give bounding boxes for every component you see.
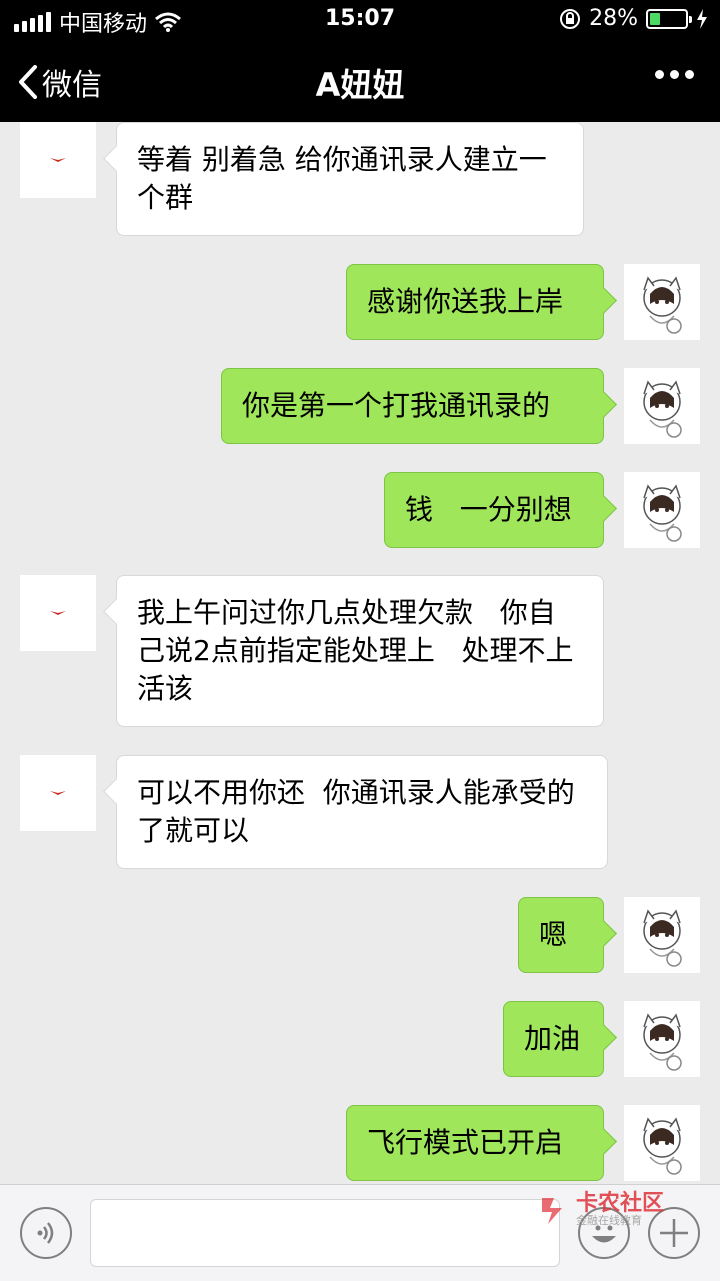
more-button[interactable] <box>649 64 694 83</box>
message-bubble[interactable]: 你是第一个打我通讯录的 <box>221 368 604 444</box>
status-bar: 中国移动 15:07 28% <box>0 0 720 40</box>
message-bubble[interactable]: 可以不用你还 你通讯录人能承受的了就可以 <box>116 755 608 869</box>
voice-icon <box>37 1222 54 1244</box>
watermark-logo: 卡农社区 金融在线教育 <box>538 1192 664 1226</box>
my-avatar[interactable] <box>624 1001 700 1077</box>
nav-bar: 微信 A妞妞 <box>0 40 720 122</box>
my-avatar[interactable] <box>624 897 700 973</box>
message-bubble[interactable]: 钱 一分别想 <box>384 472 604 548</box>
battery-icon <box>646 8 692 29</box>
watermark-sub: 金融在线教育 <box>576 1213 642 1227</box>
watermark-icon <box>542 1198 562 1224</box>
message-bubble[interactable]: 飞行模式已开启 <box>346 1105 604 1181</box>
my-avatar[interactable] <box>624 472 700 548</box>
message-input[interactable] <box>90 1199 560 1267</box>
status-right: 28% <box>559 6 708 31</box>
message-bubble[interactable]: 感谢你送我上岸 <box>346 264 604 340</box>
voice-button[interactable] <box>20 1207 72 1259</box>
charging-icon <box>697 8 707 29</box>
my-avatar[interactable] <box>624 264 700 340</box>
battery-percent: 28% <box>589 6 638 31</box>
my-avatar[interactable] <box>624 368 700 444</box>
contact-avatar[interactable] <box>20 575 96 651</box>
watermark-main: 卡农社区 <box>576 1190 665 1216</box>
message-bubble[interactable]: 等着 别着急 给你通讯录人建立一个群 <box>116 122 584 236</box>
message-bubble[interactable]: 我上午问过你几点处理欠款 你自己说2点前指定能处理上 处理不上活该 <box>116 575 604 727</box>
my-avatar[interactable] <box>624 1105 700 1181</box>
rotation-lock-icon <box>560 8 581 29</box>
message-bubble[interactable]: 嗯 <box>518 897 604 973</box>
chat-title: A妞妞 <box>315 66 405 104</box>
message-bubble[interactable]: 加油 <box>503 1001 604 1077</box>
contact-avatar[interactable] <box>20 122 96 198</box>
contact-avatar[interactable] <box>20 755 96 831</box>
